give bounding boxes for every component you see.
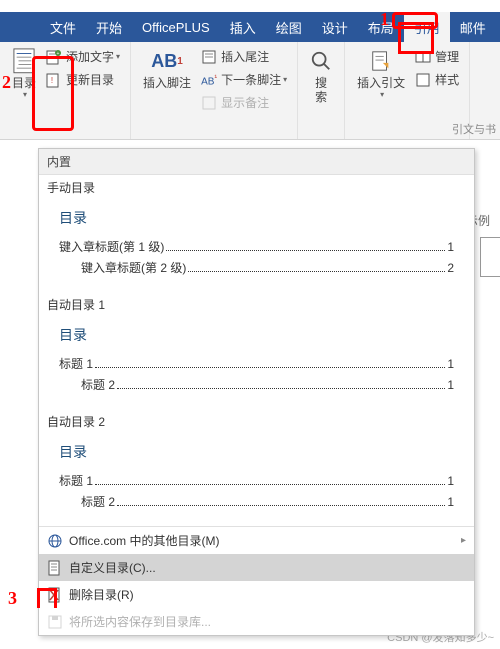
svg-text:!: !: [51, 76, 53, 85]
toc-entry: 标题 2: [81, 493, 115, 510]
tab-home[interactable]: 开始: [86, 12, 132, 42]
preview-title: 手动目录: [47, 179, 466, 196]
toc-page: 1: [447, 495, 454, 509]
style-button[interactable]: 样式: [411, 69, 463, 90]
style-icon: [415, 72, 431, 88]
manage-icon: [415, 49, 431, 65]
manage-sources-button[interactable]: 管理: [411, 46, 463, 67]
toc-page: 1: [447, 357, 454, 371]
show-notes-icon: [201, 95, 217, 111]
show-notes-button: 显示备注: [197, 92, 291, 113]
chevron-down-icon: ▾: [23, 90, 27, 99]
tab-design[interactable]: 设计: [312, 12, 358, 42]
toc-page: 1: [447, 378, 454, 392]
remove-icon: [47, 587, 63, 603]
svg-text:+: +: [57, 51, 60, 57]
add-text-label: 添加文字: [66, 48, 114, 65]
annotation-3: 3: [8, 588, 17, 609]
tab-mail[interactable]: 邮件: [450, 12, 496, 42]
toc-entry: 键入章标题(第 2 级): [81, 259, 186, 276]
dropdown-header: 内置: [39, 149, 474, 175]
remove-toc-label: 删除目录(R): [69, 586, 134, 603]
chevron-down-icon: ▾: [380, 90, 384, 99]
next-footnote-label: 下一条脚注: [221, 71, 281, 88]
save-icon: [47, 614, 63, 630]
chevron-down-icon: ▾: [116, 52, 120, 61]
endnote-label: 插入尾注: [221, 48, 269, 65]
chevron-right-icon: ▸: [461, 535, 466, 546]
add-text-button[interactable]: + 添加文字 ▾: [42, 46, 124, 67]
preview-auto-toc-2[interactable]: 自动目录 2 目录 标题 1 1 标题 2 1: [39, 409, 474, 526]
preview-title: 自动目录 1: [47, 296, 466, 313]
insert-footnote-button[interactable]: AB1 插入脚注: [137, 46, 197, 135]
custom-toc-label: 自定义目录(C)...: [69, 559, 156, 576]
search-icon: [310, 48, 332, 74]
tab-officeplus[interactable]: OfficePLUS: [132, 12, 220, 42]
insert-endnote-button[interactable]: 插入尾注: [197, 46, 291, 67]
endnote-icon: [201, 49, 217, 65]
toc-heading: 目录: [59, 325, 454, 345]
example-panel: [480, 237, 500, 277]
preview-title: 自动目录 2: [47, 413, 466, 430]
toc-entry: 标题 1: [59, 472, 93, 489]
tab-draw[interactable]: 绘图: [266, 12, 312, 42]
chevron-down-icon: ▾: [283, 75, 287, 84]
toc-button[interactable]: 目录 ▾: [6, 46, 42, 135]
update-toc-label: 更新目录: [66, 71, 114, 88]
search-label: 搜 索: [315, 76, 327, 104]
next-footnote-icon: AB¹: [201, 72, 217, 88]
insert-citation-button[interactable]: 插入引文 ▾: [351, 46, 411, 135]
footnote-icon: AB1: [156, 48, 178, 74]
preview-manual-toc[interactable]: 手动目录 目录 键入章标题(第 1 级) 1 键入章标题(第 2 级) 2: [39, 175, 474, 292]
custom-toc-icon: [47, 560, 63, 576]
toc-page: 1: [447, 474, 454, 488]
add-text-icon: +: [46, 49, 62, 65]
globe-icon: [47, 533, 63, 549]
search-button[interactable]: 搜 索: [304, 46, 338, 106]
toc-icon: [13, 48, 35, 74]
toc-entry: 键入章标题(第 1 级): [59, 238, 164, 255]
toc-page: 1: [447, 240, 454, 254]
update-icon: !: [46, 72, 62, 88]
more-online-label: Office.com 中的其他目录(M): [69, 532, 219, 549]
preview-auto-toc-1[interactable]: 自动目录 1 目录 标题 1 1 标题 2 1: [39, 292, 474, 409]
style-label: 样式: [435, 71, 459, 88]
footnote-label: 插入脚注: [143, 76, 191, 90]
ribbon-body: 目录 ▾ + 添加文字 ▾ ! 更新目录 AB1 插入脚注 插入尾注: [0, 42, 500, 140]
dropdown-footer: Office.com 中的其他目录(M) ▸ 自定义目录(C)... 删除目录(…: [39, 526, 474, 635]
save-selection-item: 将所选内容保存到目录库...: [39, 608, 474, 635]
preview-area: 手动目录 目录 键入章标题(第 1 级) 1 键入章标题(第 2 级) 2 自动目录…: [39, 175, 474, 526]
tab-file[interactable]: 文件: [40, 12, 86, 42]
tab-references[interactable]: 引用: [404, 12, 450, 42]
toc-heading: 目录: [59, 208, 454, 228]
ribbon-tabs: 文件 开始 OfficePLUS 插入 绘图 设计 布局 引用 邮件: [0, 12, 500, 42]
tab-insert[interactable]: 插入: [220, 12, 266, 42]
toc-entry: 标题 1: [59, 355, 93, 372]
annotation-1: 1: [380, 9, 389, 30]
more-online-item[interactable]: Office.com 中的其他目录(M) ▸: [39, 527, 474, 554]
save-selection-label: 将所选内容保存到目录库...: [69, 613, 211, 630]
remove-toc-item[interactable]: 删除目录(R): [39, 581, 474, 608]
show-notes-label: 显示备注: [221, 94, 269, 111]
group-label-citations: 引文与书: [452, 121, 496, 137]
update-toc-button[interactable]: ! 更新目录: [42, 69, 124, 90]
toc-heading: 目录: [59, 442, 454, 462]
annotation-2: 2: [2, 72, 11, 93]
toc-dropdown: 内置 手动目录 目录 键入章标题(第 1 级) 1 键入章标题(第 2 级) 2 自…: [38, 148, 475, 636]
custom-toc-item[interactable]: 自定义目录(C)...: [39, 554, 474, 581]
manage-label: 管理: [435, 48, 459, 65]
toc-entry: 标题 2: [81, 376, 115, 393]
citation-label: 插入引文: [357, 76, 405, 90]
toc-page: 2: [447, 261, 454, 275]
toc-label: 目录: [12, 76, 36, 90]
next-footnote-button[interactable]: AB¹ 下一条脚注 ▾: [197, 69, 291, 90]
citation-icon: [370, 48, 392, 74]
